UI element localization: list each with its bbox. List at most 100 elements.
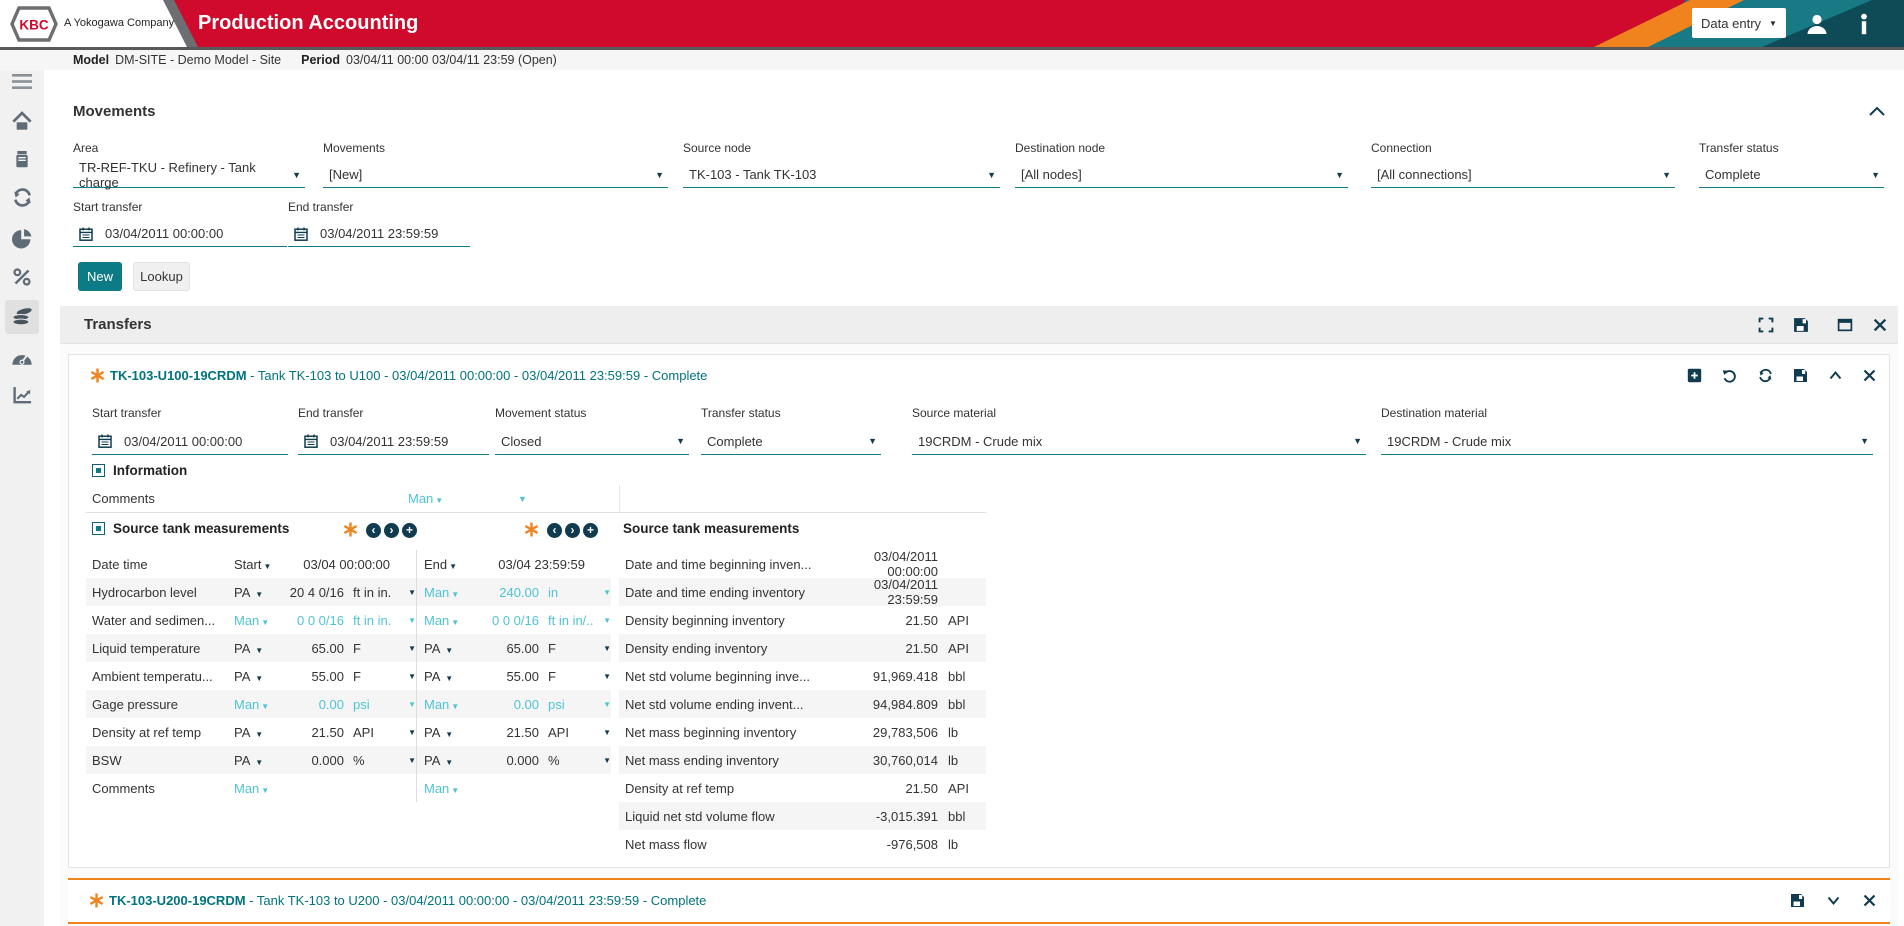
calendar-icon[interactable] xyxy=(294,227,308,241)
source-selector[interactable]: PA ▼ xyxy=(234,725,282,740)
collapse-record-icon[interactable] xyxy=(1828,368,1843,383)
unit-dropdown-icon[interactable]: ▼ xyxy=(400,588,416,597)
calendar-icon[interactable] xyxy=(79,227,93,241)
source-selector[interactable]: Man▼ xyxy=(424,697,472,712)
start-transfer-input[interactable]: 03/04/2011 00:00:00 xyxy=(73,221,287,247)
user-icon[interactable] xyxy=(1805,12,1829,36)
cell-value[interactable]: 65.00 xyxy=(282,641,344,656)
sidebar-item-home[interactable] xyxy=(5,104,39,138)
cell-value[interactable]: 65.00 xyxy=(472,641,539,656)
data-entry-dropdown[interactable]: Data entry ▼ xyxy=(1692,8,1786,38)
menu-button[interactable] xyxy=(5,65,39,99)
movements-select[interactable]: [New] ▼ xyxy=(323,162,668,188)
add-measurement-icon[interactable]: + xyxy=(402,523,417,538)
source-selector[interactable]: Man▼ xyxy=(424,613,472,628)
record-end-transfer-input[interactable]: 03/04/2011 23:59:59 xyxy=(298,428,489,455)
unit-dropdown-icon[interactable]: ▼ xyxy=(595,644,611,653)
collapse-movements-icon[interactable] xyxy=(1868,104,1886,118)
destination-material-select[interactable]: 19CRDM - Crude mix ▼ xyxy=(1381,428,1873,455)
unit-dropdown-icon[interactable]: ▼ xyxy=(400,728,416,737)
source-selector[interactable]: Man▼ xyxy=(234,613,282,628)
record-transfer-status-select[interactable]: Complete ▼ xyxy=(701,428,881,455)
sidebar-item-sync[interactable] xyxy=(5,180,39,214)
info-icon[interactable] xyxy=(1852,12,1876,36)
cell-value[interactable]: 240.00 xyxy=(472,585,539,600)
unit-dropdown-icon[interactable]: ▼ xyxy=(400,700,416,709)
cell-value[interactable]: 0.000 xyxy=(472,753,539,768)
add-measurement-icon[interactable]: + xyxy=(583,523,598,538)
sidebar-item-percent[interactable] xyxy=(5,260,39,294)
destination-node-select[interactable]: [All nodes] ▼ xyxy=(1015,162,1348,188)
connection-select[interactable]: [All connections] ▼ xyxy=(1371,162,1675,188)
transfer-record-collapsed[interactable]: TK-103-U200-19CRDM - Tank TK-103 to U200… xyxy=(68,878,1890,924)
unit-dropdown-icon[interactable]: ▼ xyxy=(595,700,611,709)
close-icon[interactable] xyxy=(1872,317,1888,333)
unit-dropdown-icon[interactable]: ▼ xyxy=(400,756,416,765)
cell-value[interactable]: 55.00 xyxy=(472,669,539,684)
cell-value[interactable]: 0 0 0/16 xyxy=(472,613,539,628)
sidebar-item-samples[interactable] xyxy=(5,142,39,176)
new-button[interactable]: New xyxy=(78,262,122,291)
unit-dropdown-icon[interactable]: ▼ xyxy=(595,756,611,765)
collapse-measurements-toggle[interactable] xyxy=(92,522,105,535)
source-selector[interactable]: PA ▼ xyxy=(424,641,472,656)
transfer-status-select[interactable]: Complete ▼ xyxy=(1699,162,1884,188)
collapse-information-toggle[interactable] xyxy=(92,464,105,477)
next-measurement-icon[interactable]: › xyxy=(565,523,580,538)
cell-value[interactable]: 03/04 23:59:59 xyxy=(472,557,585,572)
next-measurement-icon[interactable]: › xyxy=(384,523,399,538)
source-selector[interactable]: Man▼ xyxy=(234,697,282,712)
source-selector[interactable]: Man▼ xyxy=(424,585,472,600)
unit-dropdown-icon[interactable]: ▼ xyxy=(400,644,416,653)
cell-value[interactable]: 21.50 xyxy=(472,725,539,740)
add-icon[interactable] xyxy=(1687,368,1702,383)
close-icon[interactable] xyxy=(1862,368,1877,383)
movement-status-select[interactable]: Closed ▼ xyxy=(495,428,689,455)
unit-dropdown-icon[interactable]: ▼ xyxy=(595,672,611,681)
fullscreen-icon[interactable] xyxy=(1758,317,1774,333)
cell-value[interactable]: 21.50 xyxy=(282,725,344,740)
undo-icon[interactable] xyxy=(1722,368,1737,383)
cell-value[interactable]: 03/04 00:00:00 xyxy=(282,557,390,572)
save-icon[interactable] xyxy=(1793,368,1808,383)
prev-measurement-icon[interactable]: ‹ xyxy=(366,523,381,538)
window-icon[interactable] xyxy=(1837,317,1853,333)
comments-source-select[interactable]: Man▼ xyxy=(408,491,456,506)
source-selector[interactable]: Man▼ xyxy=(424,781,472,796)
calendar-icon[interactable] xyxy=(304,434,318,448)
unit-dropdown-icon[interactable]: ▼ xyxy=(595,616,611,625)
refresh-icon[interactable] xyxy=(1758,368,1773,383)
source-selector[interactable]: PA ▼ xyxy=(424,753,472,768)
source-selector[interactable]: Start▼ xyxy=(234,557,282,572)
prev-measurement-icon[interactable]: ‹ xyxy=(547,523,562,538)
sidebar-item-pie-chart[interactable] xyxy=(5,221,39,255)
save-icon[interactable] xyxy=(1793,317,1809,333)
cell-value[interactable]: 0.00 xyxy=(282,697,344,712)
record-start-transfer-input[interactable]: 03/04/2011 00:00:00 xyxy=(92,428,288,455)
sidebar-item-movements[interactable] xyxy=(5,300,39,334)
cell-value[interactable]: 0.00 xyxy=(472,697,539,712)
dropdown-arrow-icon[interactable]: ▼ xyxy=(518,494,527,504)
cell-value[interactable]: 0.000 xyxy=(282,753,344,768)
source-selector[interactable]: PA ▼ xyxy=(424,669,472,684)
source-selector[interactable]: Man▼ xyxy=(234,781,282,796)
end-transfer-input[interactable]: 03/04/2011 23:59:59 xyxy=(288,221,470,247)
area-select[interactable]: TR-REF-TKU - Refinery - Tank charge ▼ xyxy=(73,162,305,188)
sidebar-item-trends[interactable] xyxy=(5,378,39,412)
unit-dropdown-icon[interactable]: ▼ xyxy=(400,672,416,681)
lookup-button[interactable]: Lookup xyxy=(133,262,190,291)
source-node-select[interactable]: TK-103 - Tank TK-103 ▼ xyxy=(683,162,1000,188)
save-icon[interactable] xyxy=(1790,893,1805,908)
calendar-icon[interactable] xyxy=(98,434,112,448)
cell-value[interactable]: 20 4 0/16 xyxy=(282,585,344,600)
unit-dropdown-icon[interactable]: ▼ xyxy=(595,588,611,597)
cell-value[interactable]: 55.00 xyxy=(282,669,344,684)
source-selector[interactable]: PA ▼ xyxy=(234,753,282,768)
unit-dropdown-icon[interactable]: ▼ xyxy=(400,616,416,625)
source-selector[interactable]: PA ▼ xyxy=(234,585,282,600)
source-selector[interactable]: PA ▼ xyxy=(234,669,282,684)
source-selector[interactable]: PA ▼ xyxy=(234,641,282,656)
expand-record-icon[interactable] xyxy=(1826,893,1841,908)
source-selector[interactable]: PA ▼ xyxy=(424,725,472,740)
close-icon[interactable] xyxy=(1862,893,1877,908)
